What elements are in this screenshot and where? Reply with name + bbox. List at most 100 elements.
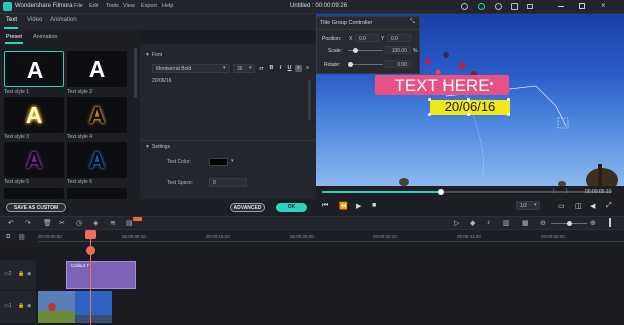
resize-handle[interactable]	[507, 113, 510, 116]
position-y-input[interactable]: 0.0	[387, 34, 411, 42]
menu-help[interactable]: Help	[162, 3, 173, 9]
audio-icon[interactable]: ▤	[126, 219, 133, 227]
menu-export[interactable]: Export	[141, 3, 157, 9]
collapse-settings-icon[interactable]: ▼	[145, 144, 150, 150]
preset-tile-4[interactable]: A	[67, 97, 127, 133]
chevron-down-icon[interactable]: ▾	[231, 158, 234, 164]
speed-icon[interactable]: ◷	[76, 219, 82, 227]
keyframe-icon[interactable]: ◈	[93, 219, 98, 227]
visibility-icon[interactable]: ◉	[27, 271, 31, 277]
rotate-handle[interactable]	[490, 82, 493, 85]
rotate-input[interactable]: 0.00	[385, 60, 411, 68]
marker-icon[interactable]: ◆	[470, 219, 475, 227]
mark-in-icon[interactable]: {	[553, 188, 555, 194]
preset-tile-5[interactable]: A	[4, 142, 64, 178]
resize-handle[interactable]	[428, 98, 431, 101]
stop-icon[interactable]: ■	[372, 202, 376, 209]
link-icon[interactable]: ⛓	[18, 234, 26, 241]
previous-frame-icon[interactable]: ⏮	[322, 202, 328, 210]
playback-progress-knob[interactable]	[437, 189, 444, 195]
timeline-zoom-knob[interactable]	[567, 221, 572, 226]
maximize-icon[interactable]	[579, 3, 585, 9]
preset-tile-8[interactable]	[67, 188, 127, 199]
menu-edit[interactable]: Edit	[89, 3, 98, 9]
render-preview-icon[interactable]: ▷	[454, 219, 459, 227]
ok-button[interactable]: OK	[276, 203, 307, 212]
menu-view[interactable]: View	[123, 3, 135, 9]
bold-button[interactable]: B	[268, 65, 275, 72]
sync-icon[interactable]	[478, 3, 485, 10]
tab-video[interactable]: Video	[27, 17, 42, 23]
text-content-area[interactable]: 20/06/16	[152, 78, 308, 126]
mark-out-icon[interactable]: }	[566, 188, 568, 194]
lightbulb-icon[interactable]	[461, 3, 468, 10]
panel-toggle-icon[interactable]	[609, 218, 611, 227]
delete-icon[interactable]: 🗑	[43, 219, 52, 227]
adjust-icon[interactable]: ≋	[110, 219, 116, 227]
preset-scrollbar[interactable]	[134, 48, 137, 98]
collapse-font-icon[interactable]: ▼	[145, 52, 150, 58]
mic-icon[interactable]: ▥	[503, 219, 510, 227]
inbox-icon[interactable]	[511, 3, 518, 10]
collapse-icon[interactable]: ⤡	[410, 19, 415, 26]
title-text[interactable]: TEXT HERE	[375, 76, 509, 96]
rotate-slider-track[interactable]	[348, 64, 383, 65]
menu-file[interactable]: File	[74, 3, 83, 9]
resize-handle[interactable]	[467, 113, 470, 116]
fullscreen-icon[interactable]: ⤢	[606, 202, 612, 210]
undo-icon[interactable]: ↶	[8, 219, 14, 227]
align-center-icon[interactable]: ≡	[295, 65, 302, 72]
cut-icon[interactable]: ✂	[59, 219, 65, 227]
playhead-marker[interactable]	[86, 246, 95, 255]
date-text[interactable]: 20/06/16	[430, 99, 510, 114]
underline-button[interactable]: U	[286, 65, 293, 72]
video-clip[interactable]	[38, 291, 112, 323]
text-color-swatch[interactable]	[209, 158, 228, 166]
render-icon[interactable]: ▭	[558, 202, 565, 210]
preset-tile-2[interactable]: A	[67, 51, 127, 87]
resize-handle[interactable]	[428, 113, 431, 116]
preset-tile-6[interactable]: A	[67, 142, 127, 178]
zoom-in-icon[interactable]: ⊕	[590, 219, 596, 227]
tab-text[interactable]: Text	[6, 17, 17, 23]
playhead-handle[interactable]	[85, 230, 96, 239]
step-back-icon[interactable]: ⏪	[339, 202, 348, 210]
text-height-icon[interactable]: tT	[258, 65, 265, 72]
minimize-icon[interactable]	[558, 6, 564, 7]
preset-tile-1[interactable]: A	[4, 51, 64, 87]
zoom-out-icon[interactable]: ⊖	[540, 219, 546, 227]
tab-animation[interactable]: Animation	[50, 17, 77, 23]
voiceover-icon[interactable]: ♪	[487, 219, 491, 226]
visibility-icon[interactable]: ◉	[27, 303, 31, 309]
preset-tile-7[interactable]	[4, 188, 64, 199]
redo-icon[interactable]: ↷	[25, 219, 31, 227]
volume-icon[interactable]: ◀	[590, 202, 595, 210]
lock-icon[interactable]: 🔒	[18, 303, 24, 309]
rotate-slider-knob[interactable]	[348, 62, 353, 67]
text-space-input[interactable]: 0	[209, 178, 247, 187]
align-right-icon[interactable]: ≡	[304, 65, 311, 72]
snap-icon[interactable]: ▦	[522, 219, 529, 227]
save-as-custom-button[interactable]: SAVE AS CUSTOM	[6, 203, 66, 212]
cart-icon[interactable]	[527, 4, 533, 9]
font-family-select[interactable]: Montserrat Bold	[152, 64, 230, 73]
advanced-button[interactable]: ADVANCED	[230, 203, 265, 212]
subtab-preset[interactable]: Preset	[6, 34, 22, 40]
italic-button[interactable]: I	[277, 65, 284, 72]
position-x-input[interactable]: 0.0	[355, 34, 379, 42]
resize-handle[interactable]	[507, 98, 510, 101]
menu-tools[interactable]: Tools	[106, 3, 119, 9]
add-track-icon[interactable]: ⧉	[6, 234, 10, 241]
subtab-animation[interactable]: Animation	[33, 34, 57, 40]
scale-input[interactable]: 100.00	[385, 46, 411, 54]
settings-scrollbar[interactable]	[308, 80, 311, 120]
resize-handle[interactable]	[467, 98, 470, 101]
title-clip[interactable]: Callout 7	[66, 261, 136, 289]
rotate-handle[interactable]	[443, 82, 446, 85]
close-icon[interactable]: ×	[601, 1, 606, 10]
playhead-line[interactable]	[90, 230, 91, 325]
lock-icon[interactable]: 🔒	[18, 271, 24, 277]
scale-slider-knob[interactable]	[353, 48, 358, 53]
play-icon[interactable]: ▶	[356, 202, 361, 210]
preset-tile-3[interactable]: A	[4, 97, 64, 133]
